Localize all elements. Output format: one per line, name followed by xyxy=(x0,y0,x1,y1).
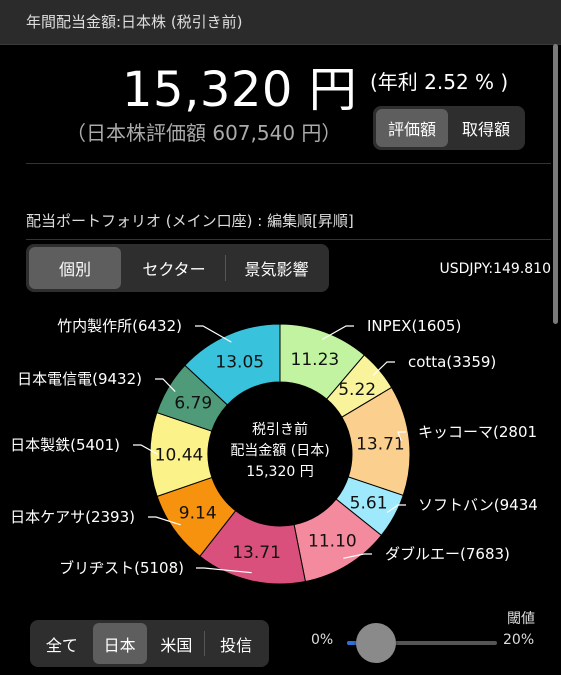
donut-slice-value: 5.22 xyxy=(338,380,376,400)
threshold-min-label: 0% xyxy=(311,632,334,648)
donut-slice-label: INPEX(1605) xyxy=(367,317,461,335)
donut-slice-label: 日本製鉄(5401) xyxy=(10,436,120,454)
toggle-acquisition[interactable]: 取得額 xyxy=(450,109,522,147)
donut-slice-label: 日本ケアサ(2393) xyxy=(10,508,135,526)
header-bar: 年間配当金額:日本株 (税引き前) xyxy=(0,0,561,45)
donut-center-line1: 税引き前 xyxy=(252,421,308,438)
tab-all[interactable]: 全て xyxy=(33,623,91,664)
portfolio-view-tabs: 個別 セクター 景気影響 xyxy=(26,244,329,292)
price-basis-toggle: 評価額 取得額 xyxy=(373,106,525,150)
annual-dividend-amount: 15,320 円 xyxy=(122,62,358,118)
donut-slice-value: 13.71 xyxy=(232,543,281,563)
tab-all-label: 全て xyxy=(45,635,78,655)
donut-slice-value: 10.44 xyxy=(155,445,204,465)
threshold-label: 閾値 xyxy=(507,611,535,627)
donut-slice-value: 13.05 xyxy=(215,352,264,372)
divider xyxy=(26,239,551,240)
donut-slice-label: 竹内製作所(6432) xyxy=(57,317,182,335)
stock-valuation: （日本株評価額 607,540 円） xyxy=(66,121,342,145)
tab-japan[interactable]: 日本 xyxy=(92,623,147,664)
tab-funds[interactable]: 投信 xyxy=(204,623,266,664)
tab-funds-label: 投信 xyxy=(220,635,253,655)
tab-us[interactable]: 米国 xyxy=(149,623,205,664)
dividend-donut-chart: 11.23 5.22 13.71 5.61 11.10 13.71 9.14 10.44 6.7… xyxy=(10,317,538,585)
threshold-max-label: 20% xyxy=(503,632,535,648)
donut-slice-value: 6.79 xyxy=(174,393,212,413)
header-title: 年間配当金額:日本株 (税引き前) xyxy=(26,13,243,31)
donut-slice-label: cotta(3359) xyxy=(408,353,496,371)
tab-japan-label: 日本 xyxy=(103,635,136,655)
toggle-acquisition-label: 取得額 xyxy=(461,120,510,139)
threshold-slider-knob[interactable] xyxy=(356,623,396,663)
donut-slice-value: 5.61 xyxy=(350,493,388,513)
divider xyxy=(26,163,551,164)
donut-slice-label: 日本電信電(9432) xyxy=(17,370,142,388)
donut-slice-value: 11.10 xyxy=(308,531,357,551)
donut-center-line3: 15,320 円 xyxy=(246,464,313,480)
annual-yield: (年利 2.52 % ) xyxy=(370,70,509,94)
tab-individual-label: 個別 xyxy=(58,260,91,279)
fx-rate: USDJPY:149.810 xyxy=(439,261,551,277)
tab-economic-impact-label: 景気影響 xyxy=(244,260,309,279)
tab-sector-label: セクター xyxy=(142,260,206,279)
tab-economic-impact[interactable]: 景気影響 xyxy=(225,247,326,289)
donut-slice-label: キッコーマ(2801 xyxy=(418,423,537,441)
donut-slice-label: ソフトバン(9434 xyxy=(418,496,538,514)
tab-sector[interactable]: セクター xyxy=(123,247,225,289)
tab-individual[interactable]: 個別 xyxy=(29,247,121,289)
donut-slice-label: ブリヂスト(5108) xyxy=(59,559,184,577)
donut-center-line2: 配当金額 (日本) xyxy=(230,443,329,459)
donut-slice-value: 11.23 xyxy=(291,350,340,370)
toggle-valuation[interactable]: 評価額 xyxy=(376,109,448,147)
market-tabs: 全て 日本 米国 投信 xyxy=(30,620,269,667)
toggle-valuation-label: 評価額 xyxy=(387,120,436,139)
scrollbar[interactable] xyxy=(553,44,558,324)
donut-leader-line xyxy=(195,325,232,343)
portfolio-title: 配当ポートフォリオ (メイン口座) : 編集順[昇順] xyxy=(26,212,354,230)
tab-us-label: 米国 xyxy=(160,635,193,655)
donut-slice-value: 13.71 xyxy=(356,434,405,454)
donut-slice-value: 9.14 xyxy=(179,504,217,524)
donut-slice-label: ダブルエー(7683) xyxy=(385,545,510,563)
